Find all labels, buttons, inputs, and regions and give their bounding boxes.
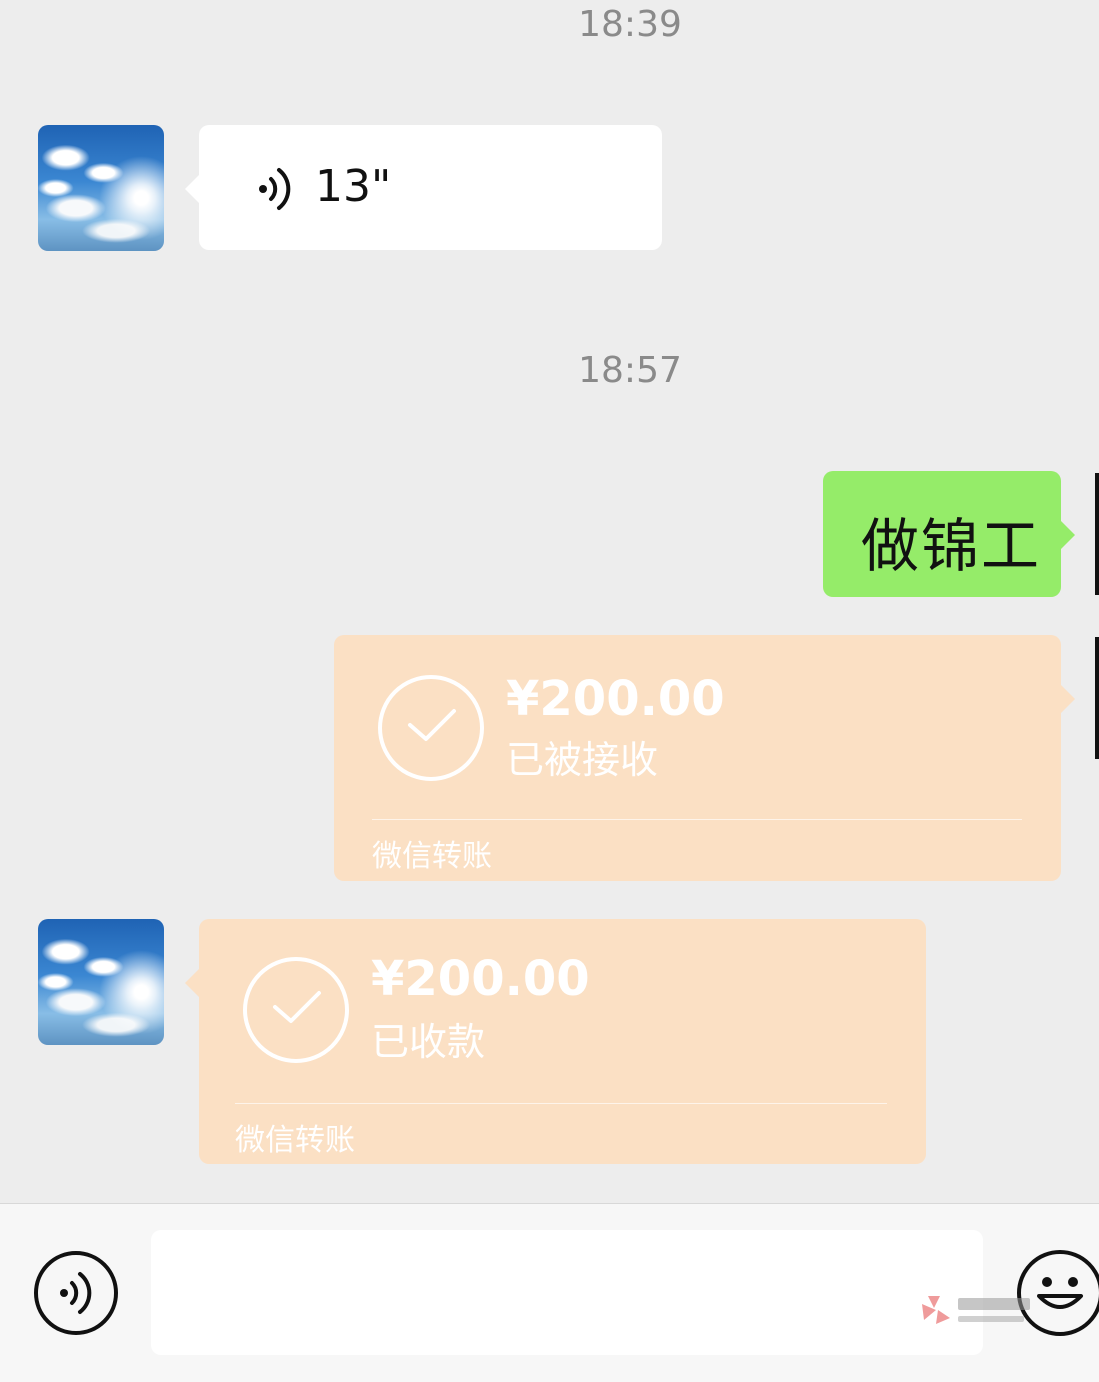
voice-message-bubble[interactable]: 13": [185, 125, 662, 250]
own-avatar-edge[interactable]: [1095, 637, 1099, 759]
transfer-status: 已被接收: [506, 738, 659, 782]
divider: [235, 1103, 887, 1104]
transfer-label: 微信转账: [235, 1123, 355, 1158]
transfer-status: 已收款: [371, 1020, 486, 1064]
transfer-sent-card[interactable]: ¥200.00 已被接收 微信转账: [334, 635, 1075, 881]
transfer-received-card[interactable]: ¥200.00 已收款 微信转账: [185, 919, 926, 1164]
voice-duration: 13": [315, 161, 392, 212]
transfer-label: 微信转账: [372, 839, 492, 874]
timestamp: 18:39: [578, 4, 682, 45]
message-text: 做锦工: [861, 512, 1042, 580]
voice-toggle-button[interactable]: [34, 1251, 118, 1335]
voice-toggle-icon: [60, 1272, 92, 1314]
divider: [372, 819, 1022, 820]
transfer-amount: ¥200.00: [506, 671, 725, 727]
contact-avatar[interactable]: [38, 125, 164, 251]
contact-avatar[interactable]: [38, 919, 164, 1045]
sent-text-bubble[interactable]: 做锦工: [823, 471, 1075, 597]
voice-waves-icon: [259, 168, 291, 210]
check-circle-icon: [243, 957, 349, 1063]
check-circle-icon: [378, 675, 484, 781]
timestamp: 18:57: [578, 350, 682, 391]
transfer-amount: ¥200.00: [371, 951, 590, 1007]
own-avatar-edge[interactable]: [1095, 473, 1099, 595]
watermark-logo: [922, 1296, 1030, 1324]
message-input[interactable]: [151, 1230, 983, 1355]
